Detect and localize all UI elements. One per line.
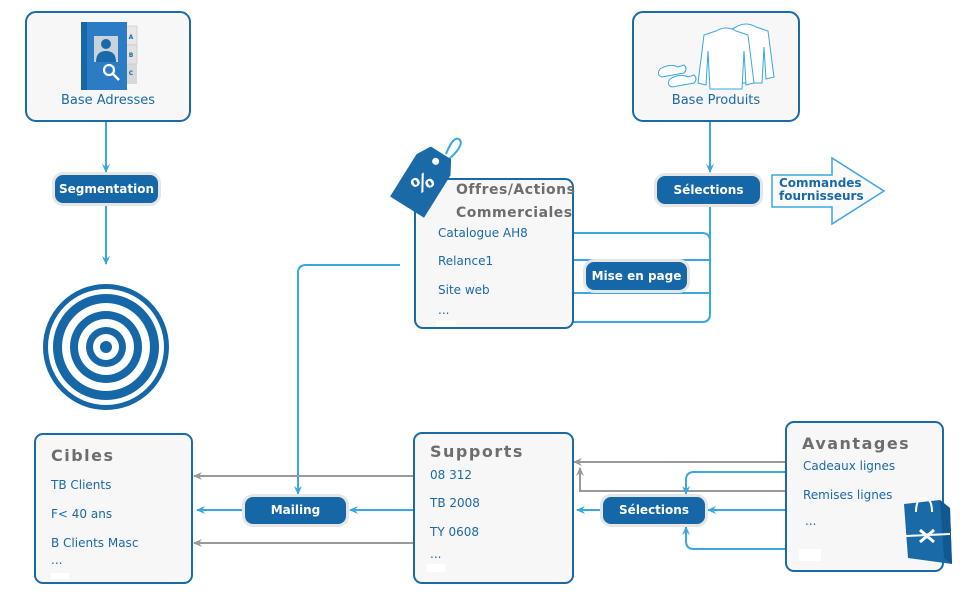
mailing-button[interactable]: Mailing xyxy=(245,497,346,524)
avantages-title: Avantages xyxy=(802,434,911,453)
base-adresses-node[interactable]: A B C Base Adresses xyxy=(25,11,191,122)
supports-item: TY 0608 xyxy=(430,525,480,539)
segmentation-button[interactable]: Segmentation xyxy=(55,175,158,203)
cibles-item: F< 40 ans xyxy=(51,507,113,521)
selections-top-button[interactable]: Sélections xyxy=(657,176,760,204)
offres-item: Site web xyxy=(438,283,490,297)
target-icon xyxy=(43,284,169,410)
cibles-item: TB Clients xyxy=(51,478,112,492)
commandes-fournisseurs-label: Commandes fournisseurs xyxy=(779,177,864,203)
offres-title-line1: Offres/Actions xyxy=(456,182,576,198)
offres-blank xyxy=(436,321,456,327)
offres-item: ... xyxy=(438,303,450,317)
selections-bottom-button[interactable]: Sélections xyxy=(603,497,705,524)
connector-offres-mailing xyxy=(294,264,400,495)
price-tag-percent-icon: % xyxy=(390,137,462,218)
connector-bottom-selections xyxy=(682,526,785,550)
offres-item: Relance1 xyxy=(438,254,494,268)
cibles-item: ... xyxy=(51,553,63,567)
shopping-bag-icon xyxy=(904,496,952,564)
supports-node[interactable]: Supports 08 312 TB 2008 TY 0608 ... xyxy=(413,432,574,584)
svg-text:A: A xyxy=(129,34,134,41)
clothes-shoes-icon xyxy=(657,23,775,90)
supports-item: TB 2008 xyxy=(430,496,480,510)
offres-title-line2: Commerciales xyxy=(456,205,573,221)
commandes-line2: fournisseurs xyxy=(779,189,864,203)
avantages-item: Cadeaux lignes xyxy=(803,459,896,473)
cibles-node[interactable]: Cibles TB Clients F< 40 ans B Clients Ma… xyxy=(34,433,193,584)
base-adresses-label: Base Adresses xyxy=(60,93,156,108)
base-produits-label: Base Produits xyxy=(671,93,761,108)
supports-item: ... xyxy=(430,547,442,561)
connector-to-catalogue xyxy=(553,229,711,242)
svg-text:B: B xyxy=(129,52,134,59)
supports-item: 08 312 xyxy=(430,468,472,482)
cibles-blank xyxy=(51,573,69,579)
svg-text:C: C xyxy=(129,70,134,77)
base-produits-node[interactable]: Base Produits xyxy=(632,11,800,122)
address-book-icon: A B C xyxy=(81,22,138,90)
avantages-item: ... xyxy=(805,514,817,528)
supports-blank xyxy=(427,564,445,572)
supports-title: Supports xyxy=(430,442,524,461)
mise-en-page-button[interactable]: Mise en page xyxy=(586,262,687,290)
offres-item: Catalogue AH8 xyxy=(438,226,528,240)
cibles-title: Cibles xyxy=(51,446,115,465)
avantages-item: Remises lignes xyxy=(803,488,893,502)
cibles-item: B Clients Masc xyxy=(51,536,139,550)
avantages-blank xyxy=(799,549,821,561)
